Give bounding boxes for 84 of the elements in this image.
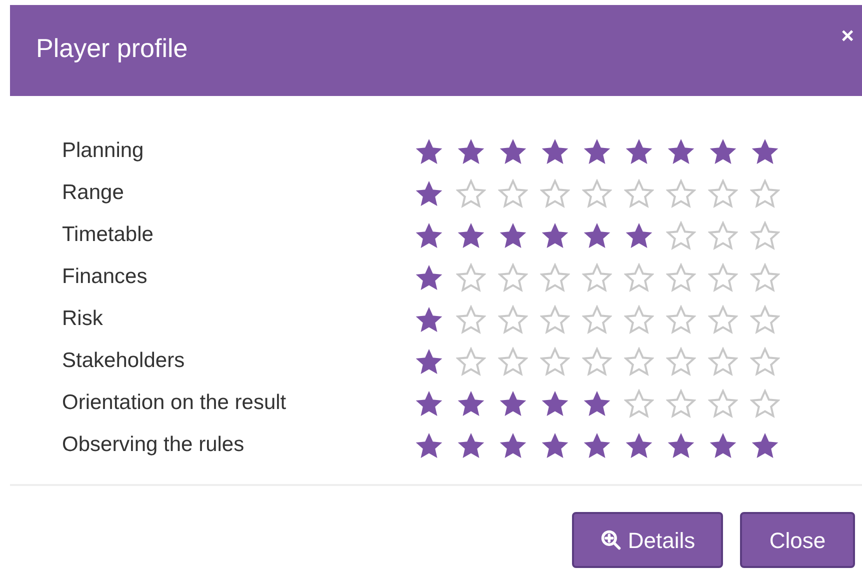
rating-label: Planning — [62, 138, 145, 164]
empty-star-icon[interactable] — [540, 178, 570, 208]
filled-star-icon[interactable] — [456, 430, 486, 460]
empty-star-icon[interactable] — [750, 178, 780, 208]
empty-star-icon[interactable] — [750, 220, 780, 250]
filled-star-icon[interactable] — [624, 220, 654, 250]
rating-label: Risk — [62, 306, 104, 332]
empty-star-icon[interactable] — [666, 220, 696, 250]
filled-star-icon[interactable] — [750, 136, 780, 166]
empty-star-icon[interactable] — [624, 262, 654, 292]
filled-star-icon[interactable] — [624, 430, 654, 460]
empty-star-icon[interactable] — [708, 178, 738, 208]
rating-label: Range — [62, 180, 125, 206]
empty-star-icon[interactable] — [708, 304, 738, 334]
empty-star-icon[interactable] — [498, 304, 528, 334]
rating-label: Orientation on the result — [62, 390, 288, 416]
details-button[interactable]: Details — [572, 512, 723, 568]
filled-star-icon[interactable] — [414, 262, 444, 292]
filled-star-icon[interactable] — [582, 388, 612, 418]
filled-star-icon[interactable] — [414, 388, 444, 418]
filled-star-icon[interactable] — [582, 220, 612, 250]
empty-star-icon[interactable] — [708, 220, 738, 250]
empty-star-icon[interactable] — [666, 304, 696, 334]
filled-star-icon[interactable] — [540, 220, 570, 250]
dialog-title: Player profile — [36, 32, 188, 65]
rating-label: Observing the rules — [62, 432, 246, 458]
close-button[interactable]: Close — [740, 512, 855, 568]
rating-label: Timetable — [62, 222, 154, 248]
empty-star-icon[interactable] — [498, 262, 528, 292]
empty-star-icon[interactable] — [666, 262, 696, 292]
empty-star-icon[interactable] — [540, 262, 570, 292]
empty-star-icon[interactable] — [624, 346, 654, 376]
filled-star-icon[interactable] — [414, 346, 444, 376]
empty-star-icon[interactable] — [540, 346, 570, 376]
empty-star-icon[interactable] — [456, 178, 486, 208]
empty-star-icon[interactable] — [498, 346, 528, 376]
filled-star-icon[interactable] — [498, 136, 528, 166]
empty-star-icon[interactable] — [750, 346, 780, 376]
filled-star-icon[interactable] — [456, 136, 486, 166]
empty-star-icon[interactable] — [498, 178, 528, 208]
filled-star-icon[interactable] — [666, 430, 696, 460]
empty-star-icon[interactable] — [624, 304, 654, 334]
filled-star-icon[interactable] — [666, 136, 696, 166]
filled-star-icon[interactable] — [540, 388, 570, 418]
empty-star-icon[interactable] — [666, 388, 696, 418]
filled-star-icon[interactable] — [414, 304, 444, 334]
filled-star-icon[interactable] — [498, 388, 528, 418]
filled-star-icon[interactable] — [498, 220, 528, 250]
empty-star-icon[interactable] — [624, 178, 654, 208]
filled-star-icon[interactable] — [498, 430, 528, 460]
rating-label: Finances — [62, 264, 148, 290]
empty-star-icon[interactable] — [582, 178, 612, 208]
empty-star-icon[interactable] — [708, 346, 738, 376]
empty-star-icon[interactable] — [456, 346, 486, 376]
empty-star-icon[interactable] — [750, 304, 780, 334]
filled-star-icon[interactable] — [708, 136, 738, 166]
empty-star-icon[interactable] — [456, 262, 486, 292]
filled-star-icon[interactable] — [750, 430, 780, 460]
empty-star-icon[interactable] — [582, 304, 612, 334]
empty-star-icon[interactable] — [624, 388, 654, 418]
empty-star-icon[interactable] — [708, 388, 738, 418]
empty-star-icon[interactable] — [582, 262, 612, 292]
filled-star-icon[interactable] — [456, 388, 486, 418]
empty-star-icon[interactable] — [540, 304, 570, 334]
filled-star-icon[interactable] — [414, 220, 444, 250]
rating-label: Stakeholders — [62, 348, 186, 374]
filled-star-icon[interactable] — [414, 430, 444, 460]
filled-star-icon[interactable] — [414, 136, 444, 166]
filled-star-icon[interactable] — [414, 178, 444, 208]
filled-star-icon[interactable] — [624, 136, 654, 166]
empty-star-icon[interactable] — [666, 178, 696, 208]
filled-star-icon[interactable] — [582, 430, 612, 460]
zoom-in-icon — [600, 529, 622, 551]
filled-star-icon[interactable] — [708, 430, 738, 460]
empty-star-icon[interactable] — [750, 262, 780, 292]
empty-star-icon[interactable] — [582, 346, 612, 376]
empty-star-icon[interactable] — [750, 388, 780, 418]
empty-star-icon[interactable] — [456, 304, 486, 334]
filled-star-icon[interactable] — [582, 136, 612, 166]
filled-star-icon[interactable] — [456, 220, 486, 250]
filled-star-icon[interactable] — [540, 430, 570, 460]
empty-star-icon[interactable] — [708, 262, 738, 292]
filled-star-icon[interactable] — [540, 136, 570, 166]
empty-star-icon[interactable] — [666, 346, 696, 376]
